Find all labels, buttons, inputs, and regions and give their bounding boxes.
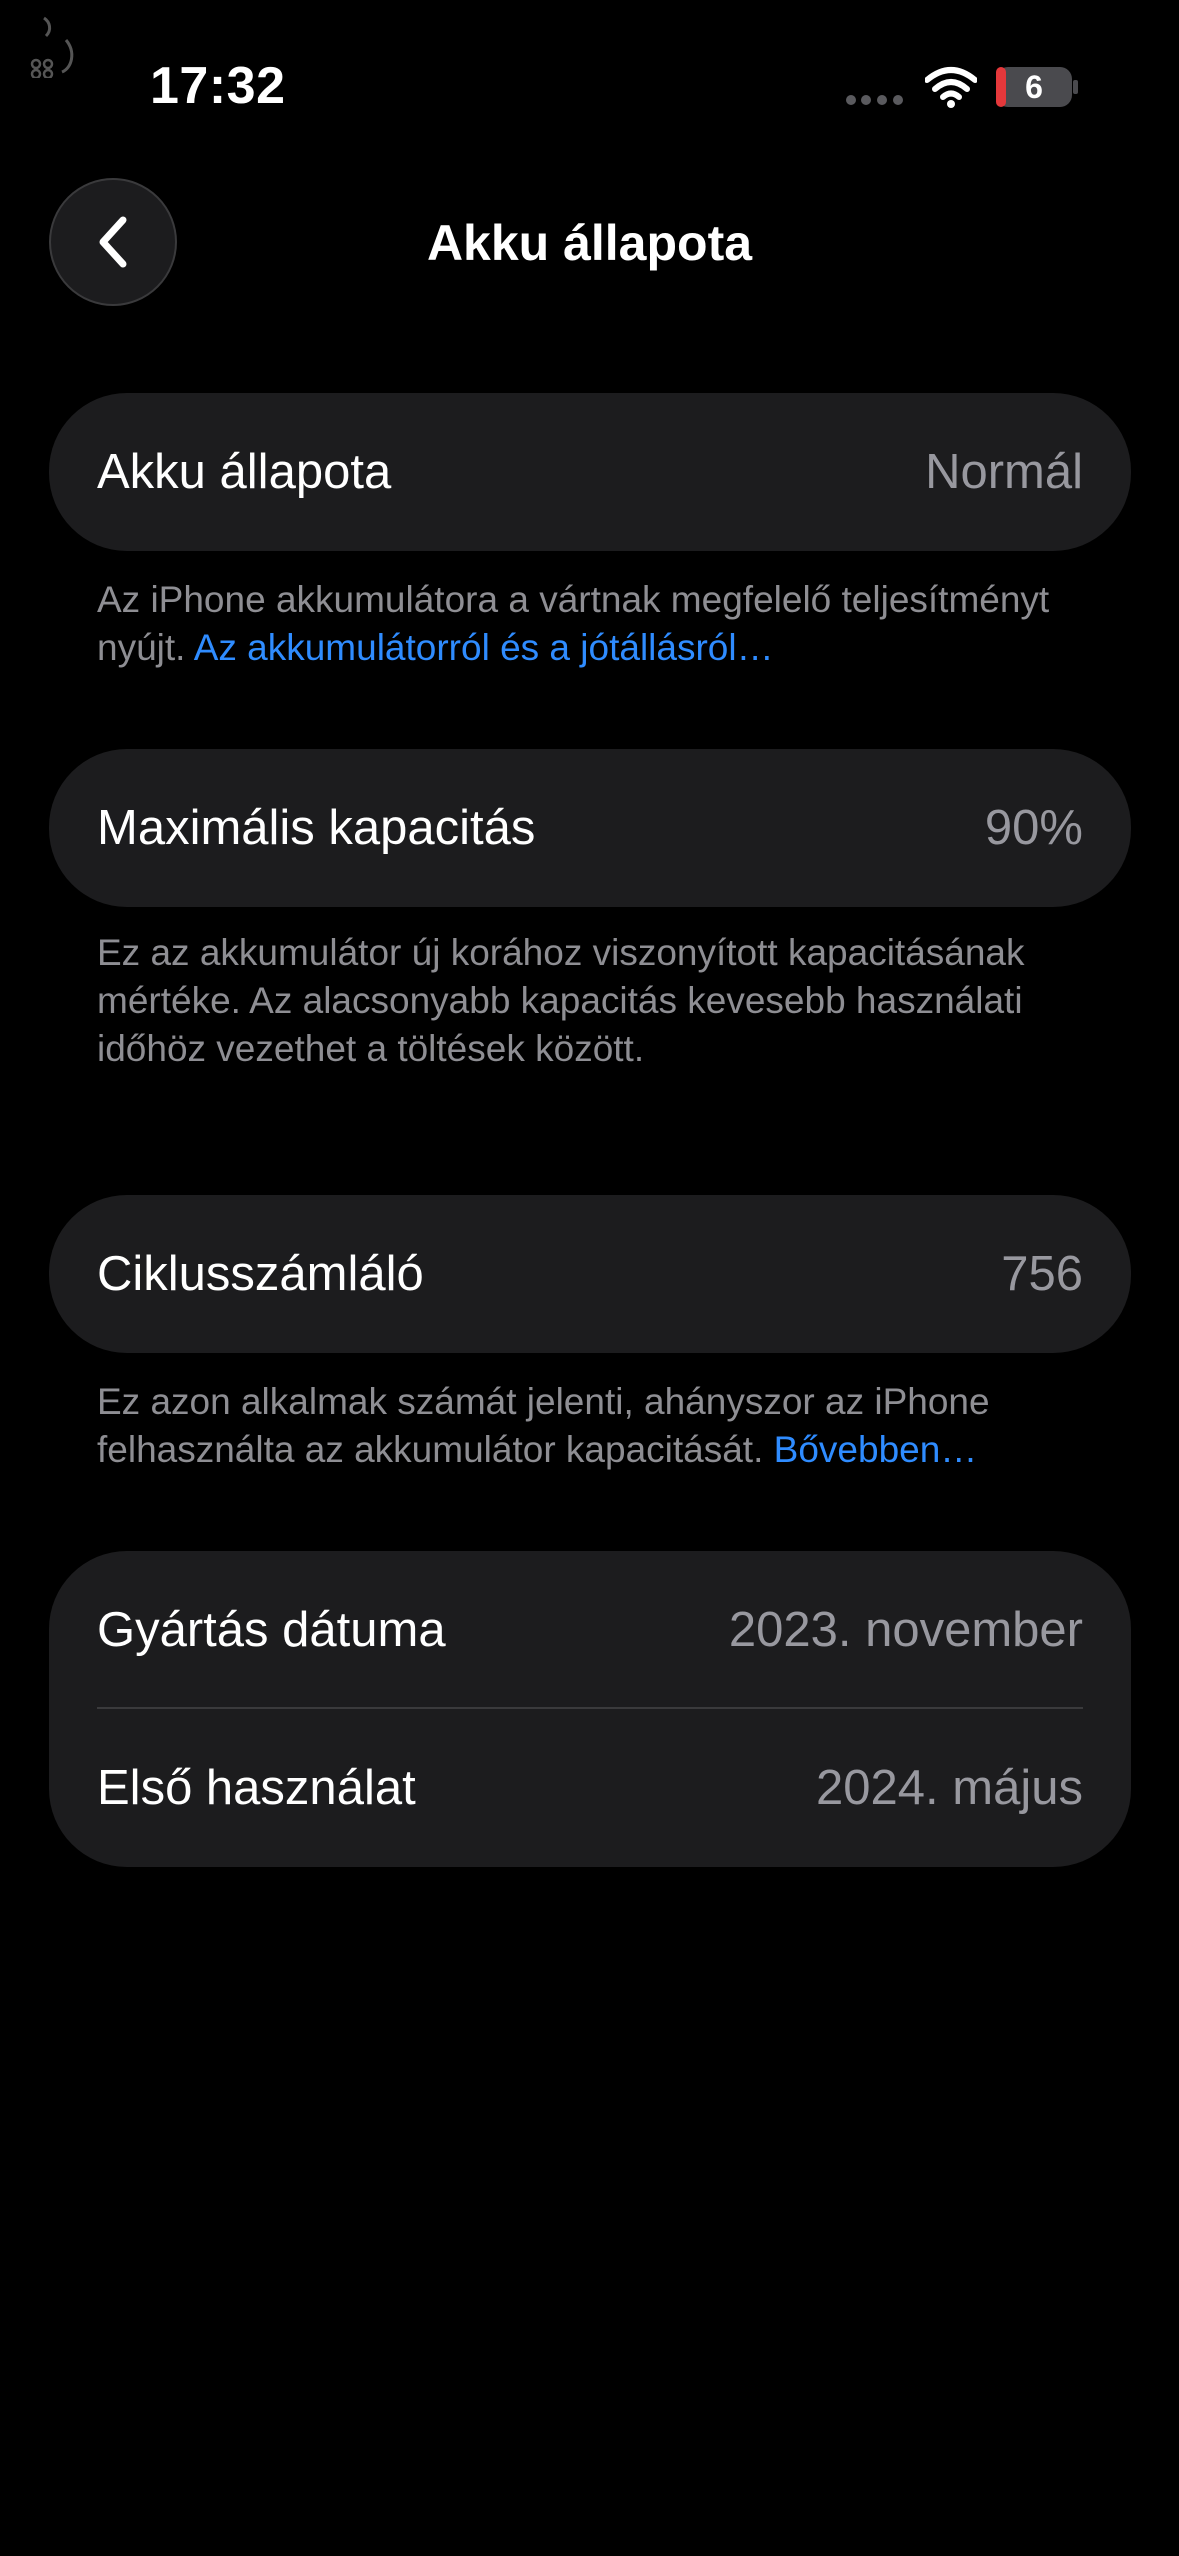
cycle-count-footnote: Ez azon alkalmak számát jelenti, ahánysz… [97,1378,1097,1474]
battery-level: 6 [1025,68,1043,105]
battery-health-card: Akku állapota Normál [49,393,1131,551]
battery-health-footnote: Az iPhone akkumulátora a vártnak megfele… [97,576,1097,672]
wifi-icon [925,67,977,108]
status-time: 17:32 [150,57,286,115]
page-title: Akku állapota [426,215,753,271]
first-use-row: Első használat 2024. május [49,1709,1131,1867]
first-use-value: 2024. május [816,1761,1083,1815]
max-capacity-row: Maximális kapacitás 90% [49,749,1131,907]
battery-health-label: Akku állapota [97,445,392,499]
manufacture-date-row: Gyártás dátuma 2023. november [49,1551,1131,1709]
battery-health-screen: 17:32 6 Akku állapota Akku állapota Norm… [0,0,1179,2556]
cycle-count-label: Ciklusszámláló [97,1247,424,1301]
first-use-label: Első használat [97,1761,416,1815]
manufacture-date-value: 2023. november [728,1603,1083,1657]
signal-dots-icon [846,95,903,105]
battery-health-value: Normál [925,445,1083,499]
battery-health-row: Akku állapota Normál [49,393,1131,551]
max-capacity-value: 90% [984,801,1083,855]
manufacture-date-label: Gyártás dátuma [97,1603,446,1657]
cycle-count-row: Ciklusszámláló 756 [49,1195,1131,1353]
max-capacity-label: Maximális kapacitás [97,801,536,855]
max-capacity-card: Maximális kapacitás 90% [49,749,1131,907]
cycle-count-card: Ciklusszámláló 756 [49,1195,1131,1353]
max-capacity-footnote: Ez az akkumulátor új korához viszonyítot… [97,932,1025,1069]
warranty-link[interactable]: Az akkumulátorról és a jótállásról… [194,627,774,668]
dates-card: Gyártás dátuma 2023. november Első haszn… [49,1551,1131,1867]
corner-logo-icon [30,16,74,78]
learn-more-link[interactable]: Bővebben… [774,1429,978,1470]
cycle-count-value: 756 [1001,1247,1083,1301]
